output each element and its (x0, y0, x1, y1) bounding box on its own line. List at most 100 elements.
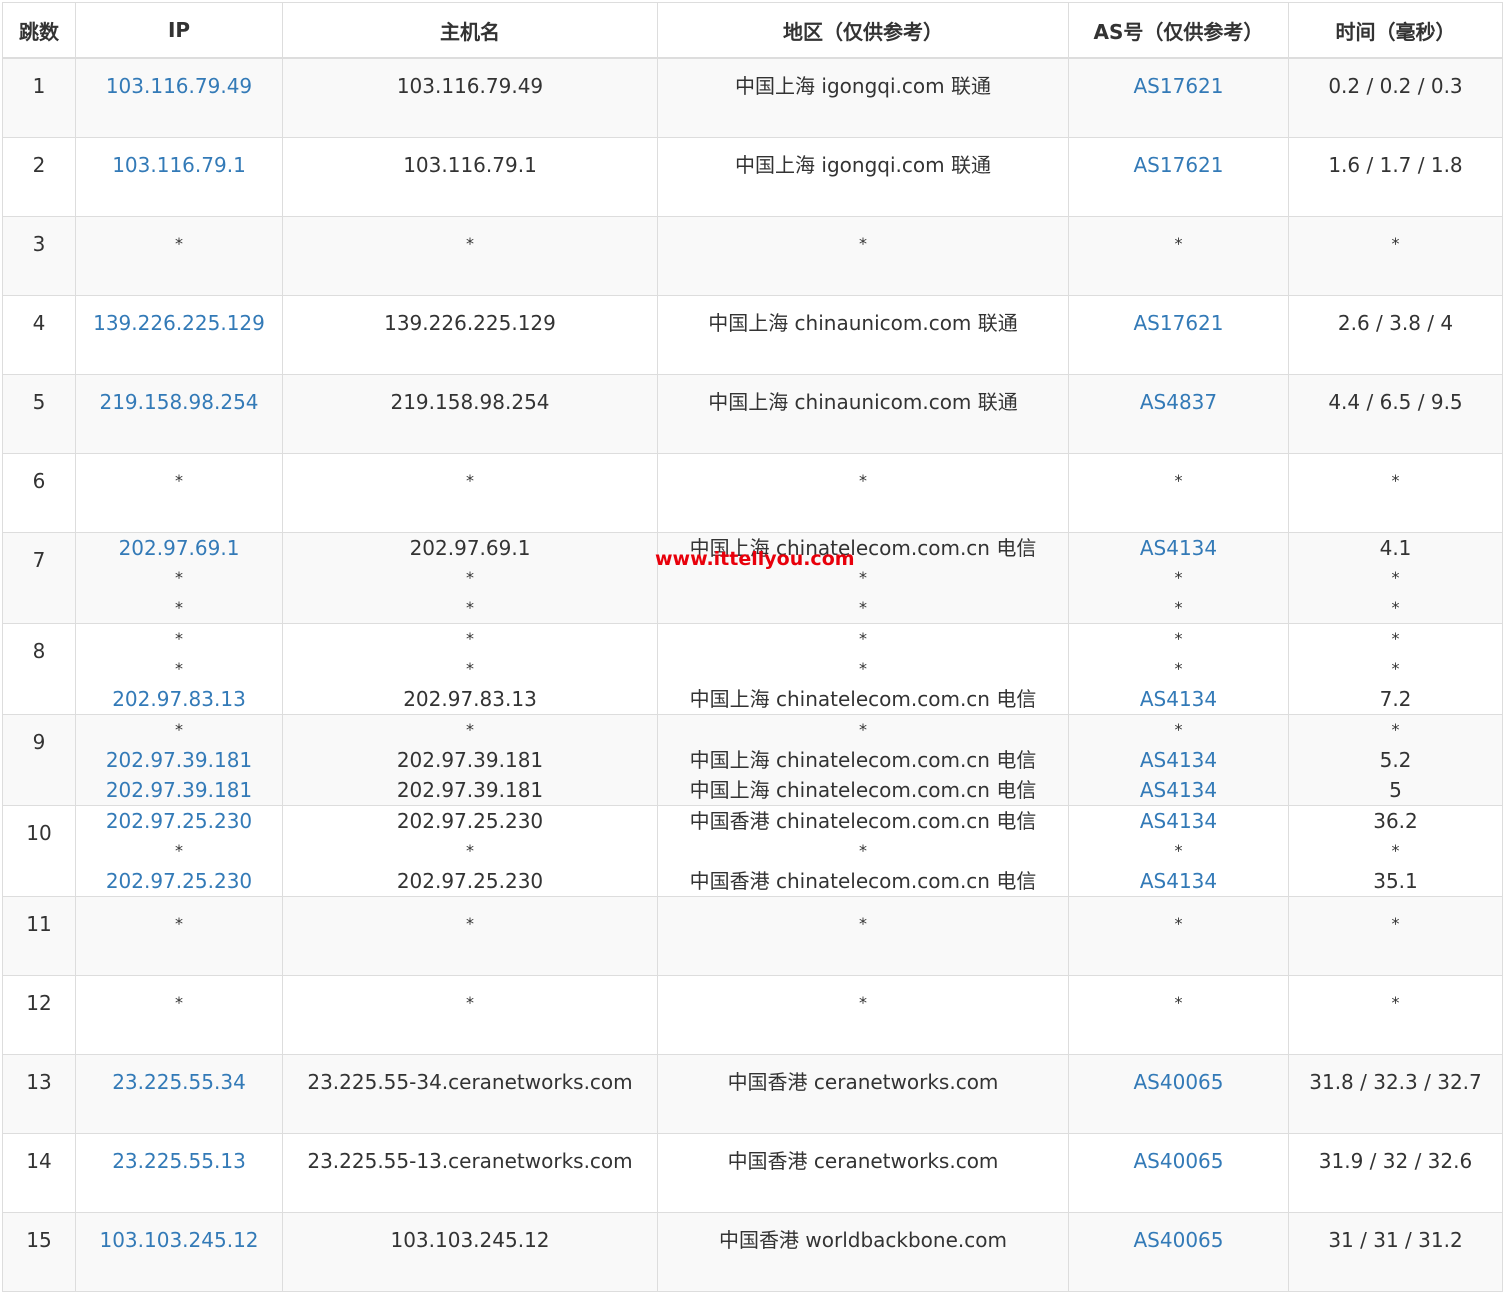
ip-link[interactable]: 202.97.25.230 (76, 806, 282, 836)
table-row: 13 23.225.55.34 23.225.55-34.ceranetworks.… (2, 1054, 1503, 1134)
region-text: 中国香港 chinatelecom.com.cn 电信 (689, 869, 1037, 893)
as-number-text: * (1174, 841, 1183, 860)
as-number-link[interactable]: AS4134 (1069, 684, 1288, 714)
latency-text: * (1391, 659, 1400, 678)
hostname-text: * (466, 234, 474, 253)
ip-link[interactable]: 23.225.55.34 (76, 1067, 282, 1097)
latency-text: 4.1 (1379, 536, 1412, 560)
ip-link[interactable]: 103.116.79.1 (76, 150, 282, 180)
ip-text: * (175, 471, 183, 490)
as-number-link[interactable]: AS40065 (1069, 1225, 1288, 1255)
ip-cell: 103.116.79.1 (75, 137, 283, 217)
as-number-link[interactable]: AS40065 (1069, 1067, 1288, 1097)
hop-number: 5 (32, 390, 46, 414)
region-text: * (859, 471, 867, 490)
hop-number: 15 (26, 1228, 52, 1252)
hostname-text: 23.225.55-13.ceranetworks.com (307, 1149, 633, 1173)
ip-cell: * * 202.97.83.13 (75, 623, 283, 715)
latency-cell: 0.2 / 0.2 / 0.3 (1288, 57, 1503, 138)
table-body: 1 103.116.79.49 103.116.79.49 中国上海 igongqi.… (2, 57, 1503, 1292)
hostname-text: 103.103.245.12 (390, 1228, 550, 1252)
region-text: * (859, 720, 867, 739)
ip-link[interactable]: 139.226.225.129 (76, 308, 282, 338)
region-cell: 中国香港 ceranetworks.com (657, 1054, 1069, 1134)
region-text: 中国上海 igongqi.com 联通 (735, 153, 991, 177)
ip-link[interactable]: 103.116.79.49 (76, 71, 282, 101)
hostname-cell: * * 202.97.83.13 (282, 623, 658, 715)
ip-link[interactable]: 202.97.83.13 (76, 684, 282, 714)
as-number-link[interactable]: AS17621 (1069, 150, 1288, 180)
as-number-link[interactable]: AS4837 (1069, 387, 1288, 417)
latency-text: 1.6 / 1.7 / 1.8 (1328, 153, 1463, 177)
as-number-text: * (1174, 659, 1183, 678)
ip-text: * (175, 629, 183, 648)
ip-link[interactable]: 23.225.55.13 (76, 1146, 282, 1176)
latency-text: * (1391, 234, 1400, 253)
as-number-cell: AS40065 (1068, 1212, 1289, 1292)
latency-cell: * 5.2 5 (1288, 714, 1503, 806)
region-text: 中国香港 ceranetworks.com (727, 1149, 999, 1173)
table-row: 1 103.116.79.49 103.116.79.49 中国上海 igongqi.… (2, 57, 1503, 138)
region-text: 中国上海 igongqi.com 联通 (735, 74, 991, 98)
as-number-cell: AS17621 (1068, 137, 1289, 217)
as-number-cell: AS4134 * * (1068, 532, 1289, 624)
latency-text: 31.9 / 32 / 32.6 (1318, 1149, 1473, 1173)
latency-cell: * * 7.2 (1288, 623, 1503, 715)
hostname-cell: 139.226.225.129 (282, 295, 658, 375)
hostname-cell: 219.158.98.254 (282, 374, 658, 454)
hop-cell: 9 (2, 714, 76, 806)
latency-text: 36.2 (1373, 809, 1418, 833)
header-hop: 跳数 (2, 2, 76, 59)
ip-link[interactable]: 219.158.98.254 (76, 387, 282, 417)
hostname-cell: 103.116.79.49 (282, 57, 658, 138)
hostname-cell: 23.225.55-13.ceranetworks.com (282, 1133, 658, 1213)
as-number-cell: * * AS4134 (1068, 623, 1289, 715)
ip-link[interactable]: 103.103.245.12 (76, 1225, 282, 1255)
header-ip: IP (75, 2, 283, 59)
region-text: 中国香港 chinatelecom.com.cn 电信 (689, 809, 1037, 833)
as-number-link[interactable]: AS4134 (1069, 806, 1288, 836)
latency-cell: 1.6 / 1.7 / 1.8 (1288, 137, 1503, 217)
ip-text: * (175, 234, 183, 253)
hop-number: 6 (32, 469, 46, 493)
as-number-link[interactable]: AS17621 (1069, 308, 1288, 338)
hostname-cell: * (282, 216, 658, 296)
ip-link[interactable]: 202.97.69.1 (76, 533, 282, 563)
ip-link[interactable]: 202.97.39.181 (76, 775, 282, 805)
ip-link[interactable]: 202.97.25.230 (76, 866, 282, 896)
hop-cell: 15 (2, 1212, 76, 1292)
as-number-cell: AS17621 (1068, 57, 1289, 138)
hostname-cell: * (282, 453, 658, 533)
as-number-link[interactable]: AS4134 (1069, 775, 1288, 805)
as-number-link[interactable]: AS4134 (1069, 533, 1288, 563)
latency-cell: 2.6 / 3.8 / 4 (1288, 295, 1503, 375)
region-text: 中国上海 chinatelecom.com.cn 电信 (689, 748, 1037, 772)
header-time: 时间（毫秒） (1288, 2, 1503, 59)
table-row: 2 103.116.79.1 103.116.79.1 中国上海 igongqi.co… (2, 137, 1503, 217)
ip-cell: 219.158.98.254 (75, 374, 283, 454)
hostname-text: 202.97.69.1 (409, 536, 531, 560)
as-number-link[interactable]: AS40065 (1069, 1146, 1288, 1176)
ip-cell: * (75, 453, 283, 533)
region-cell: 中国上海 igongqi.com 联通 (657, 137, 1069, 217)
table-row: 15 103.103.245.12 103.103.245.12 中国香港 world… (2, 1212, 1503, 1292)
table-row: 10 202.97.25.230 * 202.97.25.230 202.97.25.2… (2, 805, 1503, 897)
table-row: 3 * * * * * (2, 216, 1503, 296)
hop-cell: 6 (2, 453, 76, 533)
as-number-link[interactable]: AS4134 (1069, 745, 1288, 775)
hop-cell: 4 (2, 295, 76, 375)
latency-text: * (1391, 568, 1400, 587)
header-row: 跳数 IP 主机名 地区（仅供参考） AS号（仅供参考） 时间（毫秒） (2, 2, 1503, 59)
as-number-link[interactable]: AS17621 (1069, 71, 1288, 101)
as-number-link[interactable]: AS4134 (1069, 866, 1288, 896)
ip-cell: * 202.97.39.181 202.97.39.181 (75, 714, 283, 806)
hop-number: 14 (26, 1149, 52, 1173)
as-number-text: * (1174, 234, 1183, 253)
ip-link[interactable]: 202.97.39.181 (76, 745, 282, 775)
hostname-text: 103.116.79.49 (396, 74, 544, 98)
hostname-text: * (466, 993, 474, 1012)
latency-text: 2.6 / 3.8 / 4 (1337, 311, 1454, 335)
region-text: 中国上海 chinatelecom.com.cn 电信 (689, 687, 1037, 711)
ip-cell: 202.97.69.1 * * (75, 532, 283, 624)
ip-text: * (175, 720, 183, 739)
